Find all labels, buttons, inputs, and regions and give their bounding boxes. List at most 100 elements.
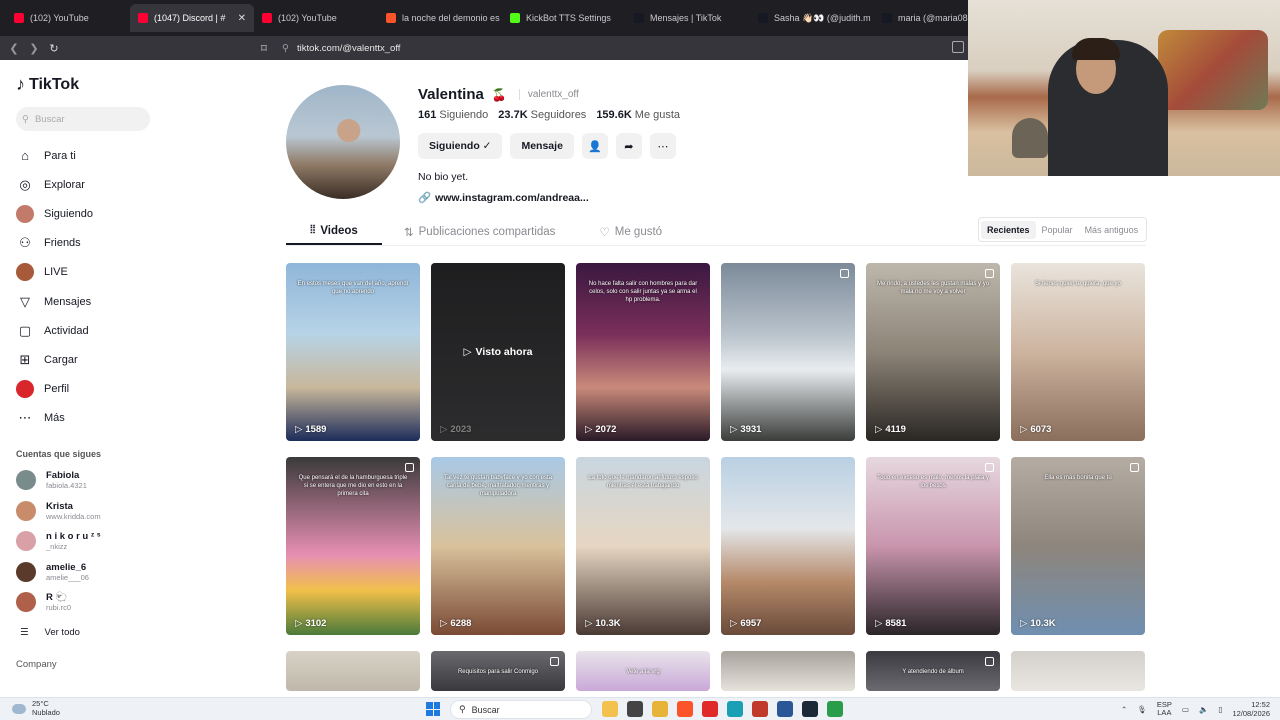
video-card[interactable]: ▷ 6957 [721, 457, 855, 635]
battery-icon[interactable]: ▯ [1218, 705, 1222, 714]
search-input[interactable]: ⚲ Buscar [16, 107, 150, 131]
see-all-button[interactable]: ☰ Ver todo [16, 617, 158, 647]
file-explorer-icon[interactable] [602, 701, 618, 717]
tab-favicon-icon [758, 13, 768, 23]
sidebar-item-live[interactable]: LIVE [16, 258, 158, 287]
sort-popular[interactable]: Popular [1036, 221, 1079, 239]
browser-tab[interactable]: (102) YouTube [254, 4, 378, 32]
video-card[interactable]: ▷2023▷Visto ahora [431, 263, 565, 441]
profile-link[interactable]: 🔗 www.instagram.com/andreaa... [418, 191, 589, 205]
company-link[interactable]: Company [16, 659, 158, 670]
store-icon[interactable] [777, 701, 793, 717]
followers-stat[interactable]: 23.7K Seguidores [498, 109, 586, 121]
taskbar-search[interactable]: ⚲ Buscar [450, 700, 592, 719]
video-caption: Ella es más bonita que tú [1044, 475, 1112, 481]
sidebar-item-mensajes[interactable]: ▽ Mensajes [16, 287, 158, 316]
video-card[interactable] [1011, 651, 1145, 691]
tiktok-logo[interactable]: ♪ TikTok [16, 74, 158, 95]
windows-start-icon[interactable] [426, 702, 440, 716]
brave-icon[interactable] [677, 701, 693, 717]
opera-icon[interactable] [702, 701, 718, 717]
video-card[interactable]: Me rindo, a ustedes les gustan malas y y… [866, 263, 1000, 441]
sidebar-item-ms[interactable]: ⋯ Más [16, 404, 158, 433]
webcam-overlay [968, 0, 1280, 176]
video-card[interactable]: Requisitos para salir Conmigo [431, 651, 565, 691]
video-card[interactable]: ▷ 3931 [721, 263, 855, 441]
pdf-icon[interactable] [752, 701, 768, 717]
video-card[interactable]: La foto que le mandaron al futuro esposo… [576, 457, 710, 635]
reload-icon[interactable]: ↻ [44, 42, 64, 55]
browser-tab[interactable]: KickBot TTS Settings [502, 4, 626, 32]
view-count: ▷ 6957 [730, 618, 761, 629]
more-options-icon[interactable]: ⋯ [649, 133, 676, 159]
following-button[interactable]: Siguiendo ✓ [418, 133, 503, 159]
add-friend-icon[interactable]: 👤 [581, 133, 608, 159]
mic-icon[interactable]: 🎙 [1137, 705, 1147, 714]
browser-tab[interactable]: la noche del demonio es [378, 4, 502, 32]
tab-favicon-icon [14, 13, 24, 23]
browser-tab[interactable]: Sasha 👋🏻👀 (@judith.m [750, 4, 874, 32]
extension-icon[interactable] [952, 41, 964, 53]
sidebar-item-parati[interactable]: ⌂ Para ti [16, 141, 158, 170]
site-info-icon[interactable]: ⚲ [282, 43, 289, 54]
tab-favicon-icon [510, 13, 520, 23]
sidebar-item-siguiendo[interactable]: Siguiendo [16, 199, 158, 228]
following-account[interactable]: amelie_6 amelie___06 [16, 556, 158, 587]
bookmark-icon[interactable]: ⌑ [254, 42, 274, 55]
sidebar-item-cargar[interactable]: ⊞ Cargar [16, 345, 158, 374]
sidebar-item-actividad[interactable]: ▢ Actividad [16, 316, 158, 345]
video-card[interactable]: Todo en exceso es malo, menos la plata y… [866, 457, 1000, 635]
video-card[interactable]: Y atendiendo de álbum [866, 651, 1000, 691]
tab-reposts[interactable]: ⇅ Publicaciones compartidas [394, 218, 565, 245]
following-stat[interactable]: 161 Siguiendo [418, 109, 488, 121]
forward-icon[interactable]: ❯ [24, 42, 44, 55]
tab-videos[interactable]: ⦙⦙ Videos [286, 218, 382, 245]
video-card[interactable]: Tal vez te gustan babyface y yo con esta… [431, 457, 565, 635]
language-indicator[interactable]: ESP LAA [1157, 700, 1172, 718]
video-card[interactable] [286, 651, 420, 691]
view-count-value: 4119 [885, 424, 906, 435]
video-card[interactable]: En estos meses que van del año, aprendí … [286, 263, 420, 441]
message-button[interactable]: Mensaje [510, 133, 574, 159]
sidebar-item-perfil[interactable]: Perfil [16, 375, 158, 404]
tab-liked[interactable]: ♡ Me gustó [589, 218, 672, 245]
sort-oldest[interactable]: Más antiguos [1079, 221, 1145, 239]
edge-icon[interactable] [727, 701, 743, 717]
following-account[interactable]: n i k o r u ᶻ ˢ _nkizz [16, 526, 158, 557]
clock[interactable]: 12:52 12/08/2026 [1232, 700, 1270, 718]
chevron-up-icon[interactable]: ⌃ [1121, 705, 1127, 714]
sort-recent[interactable]: Recientes [981, 220, 1036, 239]
url-field[interactable]: ⚲ tiktok.com/@valenttx_off [282, 43, 400, 54]
browser-tab[interactable]: (102) YouTube [6, 4, 130, 32]
video-card[interactable]: Que pensará el de la hamburguesa triple … [286, 457, 420, 635]
video-card[interactable] [721, 651, 855, 691]
close-tab-icon[interactable]: ✕ [238, 13, 246, 24]
video-card[interactable]: Ella es más bonita que tú ▷ 10.3K [1011, 457, 1145, 635]
folder-icon[interactable] [652, 701, 668, 717]
following-account[interactable]: Fabiola fabiola.4321 [16, 465, 158, 496]
sidebar-item-explorar[interactable]: ◎ Explorar [16, 170, 158, 199]
following-account[interactable]: R 🐑 rubi.rc0 [16, 587, 158, 618]
search-placeholder: Buscar [34, 113, 65, 125]
tab-favicon-icon [386, 13, 396, 23]
video-card[interactable]: Vete a la vrg [576, 651, 710, 691]
network-icon[interactable]: ▭ [1182, 705, 1189, 714]
nav-list: ⌂ Para ti ◎ Explorar Siguiendo ⚇ Friends L… [16, 141, 158, 433]
sidebar-item-friends[interactable]: ⚇ Friends [16, 229, 158, 258]
share-icon[interactable]: ➦ [615, 133, 642, 159]
video-card[interactable]: Si tienes quien te quiera, que yo ▷ 6073 [1011, 263, 1145, 441]
chrome-icon[interactable] [827, 701, 843, 717]
weather-widget[interactable]: 25°C Nublado [0, 700, 60, 717]
photo-carousel-icon [550, 657, 559, 666]
profile-avatar[interactable] [286, 85, 400, 199]
taskview-icon[interactable] [627, 701, 643, 717]
following-account[interactable]: Krista www.kridda.com [16, 495, 158, 526]
back-icon[interactable]: ❮ [4, 42, 24, 55]
volume-icon[interactable]: 🔈 [1199, 705, 1208, 714]
video-card[interactable]: No hace falta salir con hombres para dar… [576, 263, 710, 441]
streamer-hair [1072, 38, 1120, 60]
browser-tab[interactable]: (1047) Discord | # ✕ [130, 4, 254, 32]
steam-icon[interactable] [802, 701, 818, 717]
view-count: ▷ 10.3K [585, 618, 621, 629]
browser-tab[interactable]: Mensajes | TikTok [626, 4, 750, 32]
